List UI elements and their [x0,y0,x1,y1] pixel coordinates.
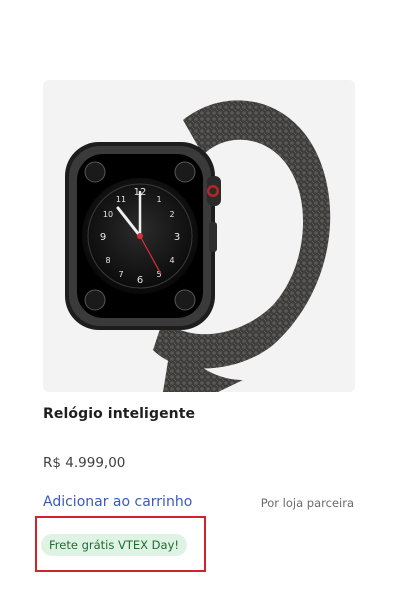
add-to-cart-button[interactable]: Adicionar ao carrinho [43,494,192,510]
seller-label: Por loja parceira [260,496,354,510]
product-image[interactable]: 12 3 6 9 1 2 4 5 7 8 10 11 [43,80,355,392]
svg-text:7: 7 [118,270,123,279]
product-price: R$ 4.999,00 [43,455,126,471]
svg-text:9: 9 [100,232,106,243]
svg-text:3: 3 [174,232,180,243]
free-shipping-badge: Frete grátis VTEX Day! [41,534,188,556]
svg-text:6: 6 [137,275,143,286]
svg-text:1: 1 [156,195,161,204]
product-name[interactable]: Relógio inteligente [43,406,195,422]
svg-text:11: 11 [116,195,126,204]
svg-text:10: 10 [103,210,113,219]
svg-text:2: 2 [169,210,174,219]
product-card: 12 3 6 9 1 2 4 5 7 8 10 11 [0,0,417,613]
svg-text:4: 4 [169,256,174,265]
smartwatch-image: 12 3 6 9 1 2 4 5 7 8 10 11 [65,100,331,392]
svg-text:8: 8 [105,256,110,265]
